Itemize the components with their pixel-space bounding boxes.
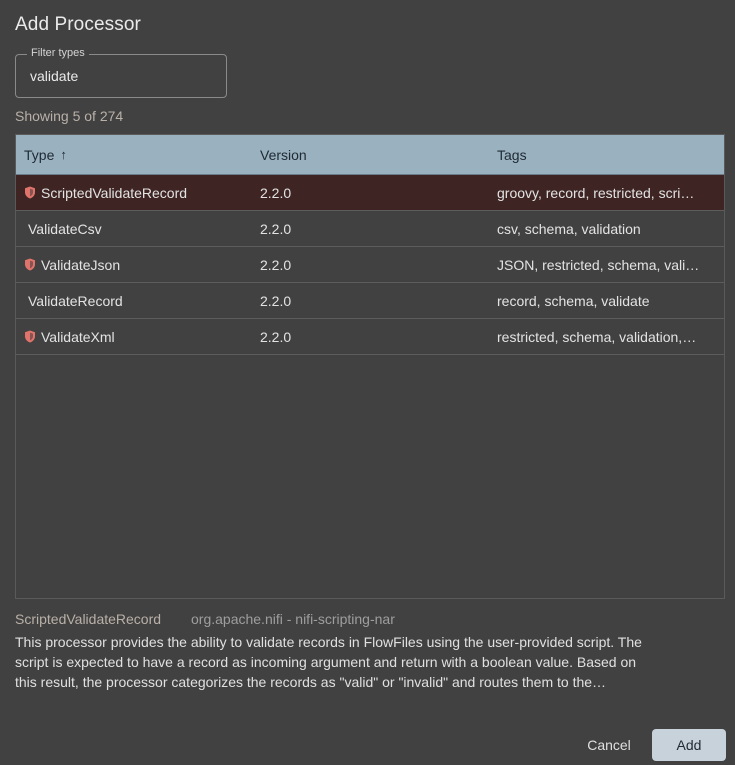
cell-version: 2.2.0 (260, 220, 292, 237)
table-row[interactable]: ValidateJson 2.2.0 JSON, restricted, schem… (16, 247, 724, 283)
cell-tags: groovy, record, restricted, scri… (497, 185, 695, 201)
column-header-type[interactable]: Type ↑ (16, 135, 252, 174)
shield-icon (25, 186, 35, 199)
processor-type-name: ValidateCsv (28, 220, 102, 237)
shield-icon (25, 258, 35, 271)
cell-tags: restricted, schema, validation,… (497, 329, 697, 345)
table-row[interactable]: ValidateRecord 2.2.0 record, schema, valid… (16, 283, 724, 319)
processor-type-name: ValidateJson (41, 256, 121, 273)
description-line: This processor provides the ability to v… (15, 634, 642, 650)
selected-processor-name: ScriptedValidateRecord (15, 611, 162, 627)
cell-tags: record, schema, validate (497, 293, 650, 309)
description-line: this result, the processor categorizes t… (15, 674, 607, 690)
dialog-title: Add Processor (15, 14, 141, 35)
add-processor-dialog: Add Processor Filter types Showing 5 of … (0, 0, 735, 765)
processor-type-name: ValidateRecord (28, 292, 123, 309)
results-count: Showing 5 of 274 (15, 108, 124, 124)
column-header-tags[interactable]: Tags (489, 135, 724, 174)
selected-processor-description: This processor provides the ability to v… (15, 632, 720, 692)
processor-types-table: Type ↑ Version Tags ScriptedValidateReco… (15, 134, 725, 599)
filter-types-input[interactable] (26, 63, 224, 89)
filter-types-field[interactable]: Filter types (15, 47, 227, 98)
cancel-button[interactable]: Cancel (576, 730, 642, 760)
description-line: script is expected to have a record as i… (15, 654, 637, 670)
selected-processor-bundle: org.apache.nifi - nifi-scripting-nar (191, 611, 395, 627)
table-row[interactable]: ValidateCsv 2.2.0 csv, schema, validation (16, 211, 724, 247)
table-row[interactable]: ScriptedValidateRecord 2.2.0 groovy, recor… (16, 175, 724, 211)
table-row[interactable]: ValidateXml 2.2.0 restricted, schema, vali… (16, 319, 724, 355)
table-body: ScriptedValidateRecord 2.2.0 groovy, recor… (16, 175, 724, 355)
column-header-type-label: Type (24, 146, 55, 163)
processor-type-name: ScriptedValidateRecord (41, 184, 188, 201)
shield-icon (25, 330, 35, 343)
cell-version: 2.2.0 (260, 256, 292, 273)
cell-type: ValidateJson (16, 247, 252, 282)
table-header: Type ↑ Version Tags (16, 135, 724, 175)
add-button[interactable]: Add (652, 729, 726, 761)
cell-type: ScriptedValidateRecord (16, 175, 252, 210)
cell-type: ValidateXml (16, 319, 252, 354)
cell-version: 2.2.0 (260, 184, 292, 201)
processor-type-name: ValidateXml (41, 328, 115, 345)
cell-version: 2.2.0 (260, 328, 292, 345)
filter-types-label: Filter types (27, 47, 89, 59)
sort-ascending-icon: ↑ (60, 147, 67, 162)
cell-type: ValidateRecord (16, 283, 252, 318)
cell-version: 2.2.0 (260, 292, 292, 309)
cell-type: ValidateCsv (16, 211, 252, 246)
cell-tags: JSON, restricted, schema, vali… (497, 257, 700, 273)
cell-tags: csv, schema, validation (497, 221, 641, 237)
column-header-version[interactable]: Version (252, 135, 489, 174)
